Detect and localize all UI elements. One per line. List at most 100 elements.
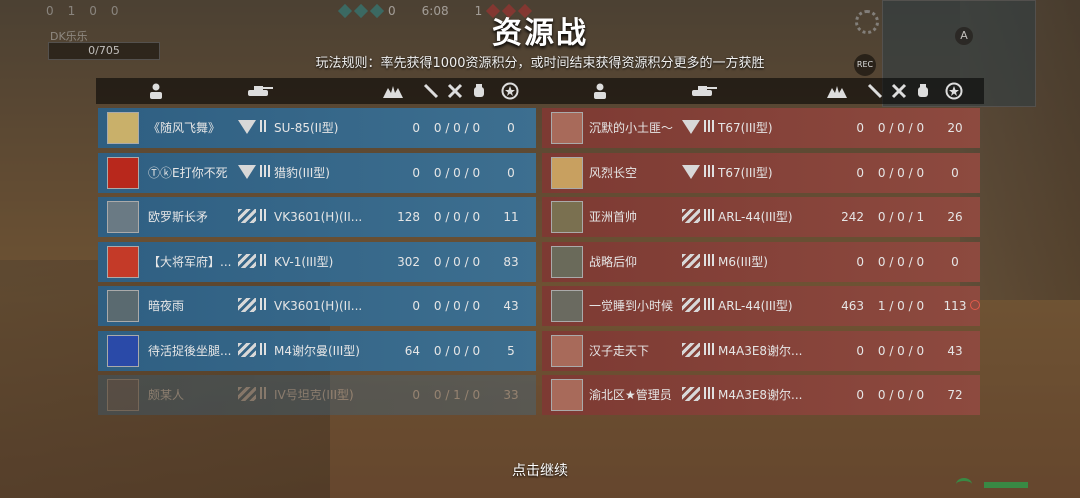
player-score: 0 (856, 388, 864, 402)
rank-stripes-icon (682, 387, 700, 401)
player-avatar[interactable] (551, 112, 583, 144)
player-row[interactable]: 一觉睡到小时候 ARL-44(III型) 463 1 / 0 / 0 113 (542, 286, 980, 326)
tank-icon (688, 82, 718, 100)
rank-bars-icon (260, 209, 268, 224)
player-row[interactable]: 战略后仰 M6(III型) 0 0 / 0 / 0 0 (542, 241, 980, 282)
player-name: 《随风飞舞》 (148, 121, 221, 135)
player-resource: 43 (947, 343, 963, 358)
player-row[interactable]: 欧罗斯长矛 VK3601(H)(II... 128 0 / 0 / 0 11 (98, 197, 536, 237)
player-avatar[interactable] (107, 156, 139, 189)
scoreboard-header (96, 78, 984, 104)
rank-bars-icon (704, 387, 716, 402)
rank-bars-icon (260, 253, 268, 269)
player-avatar[interactable] (551, 245, 583, 278)
tank-name: M6(III型) (718, 254, 768, 269)
player-avatar[interactable] (107, 201, 139, 233)
player-score: 0 (856, 121, 864, 135)
player-row[interactable]: 风烈长空 T67(III型) 0 0 / 0 / 0 0 (542, 152, 980, 193)
rank-bars-icon (704, 342, 716, 358)
player-avatar[interactable] (551, 379, 583, 411)
player-rank (238, 164, 272, 182)
player-row[interactable]: 亚洲首帅 ARL-44(III型) 242 0 / 0 / 1 26 (542, 197, 980, 237)
player-rank (682, 209, 716, 226)
player-rank (238, 120, 268, 137)
resource-icon (500, 82, 520, 100)
player-resource: 5 (507, 343, 515, 358)
player-row[interactable]: 暗夜雨 VK3601(H)(II... 0 0 / 0 / 0 43 (98, 286, 536, 326)
player-name: 【大将军府】... (148, 254, 232, 269)
tank-name: VK3601(H)(II... (274, 210, 363, 224)
rank-chevron-icon (238, 164, 256, 179)
player-kda: 0 / 0 / 0 (877, 254, 925, 269)
player-rank (682, 342, 716, 360)
score-icon (826, 82, 848, 100)
player-rank (238, 387, 268, 404)
tank-name: VK3601(H)(II... (274, 299, 363, 313)
kill-icon (422, 82, 440, 100)
player-row[interactable]: 汉子走天下 M4A3E8谢尔... 0 0 / 0 / 0 43 (542, 330, 980, 371)
rank-stripes-icon (682, 209, 700, 223)
player-row[interactable]: ⓉⓚE打你不死 猎豹(III型) 0 0 / 0 / 0 0 (98, 152, 536, 193)
player-avatar[interactable] (551, 156, 583, 189)
rank-stripes-icon (238, 253, 256, 268)
rank-bars-icon (704, 253, 716, 269)
tank-name: ARL-44(III型) (718, 210, 793, 224)
player-name: 战略后仰 (589, 254, 638, 269)
player-name: 颇某人 (148, 388, 185, 402)
rank-bars-icon (260, 298, 268, 313)
player-avatar[interactable] (551, 290, 583, 322)
player-kda: 0 / 1 / 0 (433, 388, 481, 402)
player-rank (682, 164, 716, 182)
player-kda: 0 / 0 / 0 (877, 165, 925, 180)
player-avatar[interactable] (551, 334, 583, 367)
rank-stripes-icon (238, 209, 256, 223)
battery-icon (984, 482, 1028, 488)
tap-to-continue-button[interactable]: 点击继续 (0, 460, 1080, 480)
player-resource: 43 (503, 299, 519, 313)
player-score: 463 (841, 299, 864, 313)
player-kda: 0 / 0 / 0 (433, 165, 481, 180)
player-resource: 26 (947, 210, 963, 224)
player-avatar[interactable] (551, 201, 583, 233)
player-kda: 0 / 0 / 1 (877, 210, 925, 224)
player-resource: 0 (951, 165, 959, 180)
player-rank (238, 209, 268, 226)
player-name: 风烈长空 (589, 165, 638, 180)
player-row[interactable]: 《随风飞舞》 SU-85(II型) 0 0 / 0 / 0 0 (98, 108, 536, 148)
death-icon (470, 82, 488, 100)
rank-stripes-icon (682, 298, 700, 312)
player-kda: 0 / 0 / 0 (877, 388, 925, 402)
player-row[interactable]: 颇某人 IV号坦克(III型) 0 0 / 1 / 0 33 (98, 375, 536, 415)
player-kda: 0 / 0 / 0 (433, 121, 481, 135)
player-name: 汉子走天下 (589, 343, 650, 358)
player-row[interactable]: 渝北区★管理员 M4A3E8谢尔... 0 0 / 0 / 0 72 (542, 375, 980, 415)
rank-bars-icon (704, 209, 716, 224)
player-score: 242 (841, 210, 864, 224)
player-score: 64 (404, 343, 420, 358)
tank-name: KV-1(III型) (274, 254, 334, 269)
player-kda: 0 / 0 / 0 (433, 299, 481, 313)
tank-name: SU-85(II型) (274, 121, 339, 135)
player-avatar[interactable] (107, 245, 139, 278)
player-row[interactable]: 待活捉後坐腿... M4谢尔曼(III型) 64 0 / 0 / 0 5 (98, 330, 536, 371)
player-kda: 0 / 0 / 0 (433, 343, 481, 358)
player-avatar[interactable] (107, 112, 139, 144)
rank-icon (590, 82, 610, 100)
player-rank (682, 298, 716, 315)
rank-chevron-icon (238, 120, 256, 134)
player-row[interactable]: 【大将军府】... KV-1(III型) 302 0 / 0 / 0 83 (98, 241, 536, 282)
player-score: 0 (412, 299, 420, 313)
player-avatar[interactable] (107, 379, 139, 411)
rank-stripes-icon (238, 342, 256, 357)
player-avatar[interactable] (107, 290, 139, 322)
player-score: 0 (856, 165, 864, 180)
rank-stripes-icon (238, 298, 256, 312)
player-avatar[interactable] (107, 334, 139, 367)
player-row[interactable]: 沉默的小土匪～ T67(III型) 0 0 / 0 / 0 20 (542, 108, 980, 148)
player-kda: 0 / 0 / 0 (433, 210, 481, 224)
tank-name: M4A3E8谢尔... (718, 343, 803, 358)
wifi-icon (956, 478, 972, 491)
death-icon (914, 82, 932, 100)
player-score: 0 (856, 254, 864, 269)
tank-name: T67(III型) (718, 121, 773, 135)
